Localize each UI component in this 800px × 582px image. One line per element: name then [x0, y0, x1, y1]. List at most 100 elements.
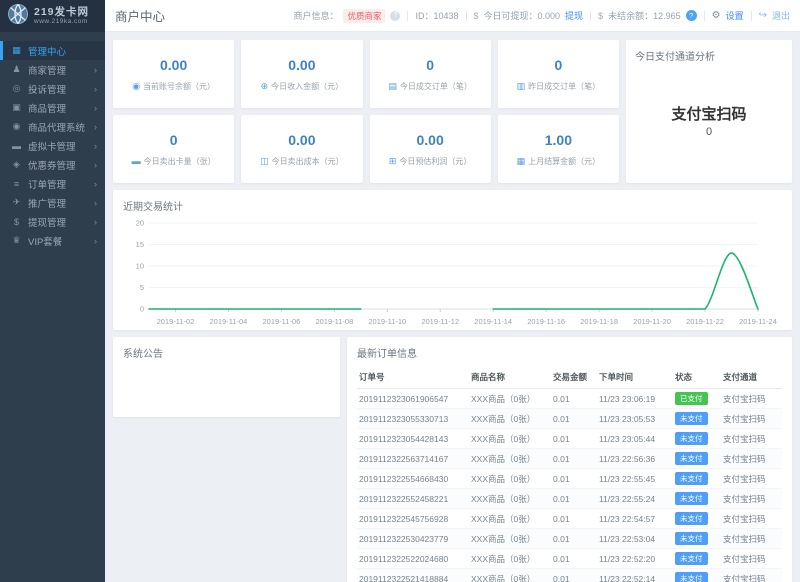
withdrawable-amount: 今日可提现：0.000	[484, 9, 561, 22]
sidebar-item-promotion[interactable]: ✈推广管理›	[0, 193, 105, 212]
status-badge: 未支付	[675, 552, 708, 565]
status-badge: 未支付	[675, 472, 708, 485]
chevron-right-icon: ›	[94, 122, 97, 132]
y-axis-label: 5	[140, 283, 144, 292]
orders-header-row: 订单号商品名称交易金额下单时间状态支付通道	[357, 367, 782, 389]
cell-order_no: 2019112323061906547	[357, 389, 469, 409]
channel-value: 0	[626, 126, 792, 138]
sidebar-item-virtual-card[interactable]: ▬虚拟卡管理›	[0, 136, 105, 155]
cell-status: 未支付	[673, 429, 721, 449]
chevron-right-icon: ›	[94, 198, 97, 208]
stat-label-text: 当前账号余额（元）	[143, 81, 215, 92]
cell-amount: 0.01	[551, 569, 597, 582]
dollar-icon: $	[11, 217, 22, 227]
sidebar-item-product-agent[interactable]: ◉商品代理系统›	[0, 117, 105, 136]
cell-product: XXX商品（0张）	[469, 569, 551, 582]
sidebar-menu: ▦管理中心♟商家管理›◎投诉管理›▣商品管理›◉商品代理系统› ▬ 虚拟卡管理 › ◈优…	[0, 32, 105, 250]
dollar-icon: $	[598, 11, 603, 21]
info-icon[interactable]: ?	[686, 10, 697, 21]
grade-help-icon[interactable]: ?	[390, 11, 400, 21]
x-axis-label: 2019-11-04	[210, 317, 248, 326]
divider	[466, 11, 467, 21]
cell-time: 11/23 22:52:20	[597, 549, 673, 569]
cell-time: 11/23 23:05:53	[597, 409, 673, 429]
sidebar: 219发卡网 www.219ka.com ▦管理中心♟商家管理›◎投诉管理›▣商…	[0, 0, 105, 582]
y-axis-label: 20	[136, 219, 144, 228]
stat-card-today-cards-sold: 0▬今日卖出卡量（张）	[113, 115, 234, 183]
card-icon: ▬	[132, 156, 141, 166]
sidebar-item-admin-center[interactable]: ▦管理中心	[0, 41, 105, 60]
gear-icon: ⚙	[712, 10, 721, 21]
sidebar-item-coupon[interactable]: ◈优惠券管理›	[0, 155, 105, 174]
stat-label: ◫今日卖出成本（元）	[260, 156, 344, 167]
logo[interactable]: 219发卡网 www.219ka.com	[0, 0, 105, 32]
y-axis-label: 10	[136, 262, 144, 271]
stat-card-last-month-settle: 1.00▦上月结算金额（元）	[498, 115, 619, 183]
col-order_no: 订单号	[357, 367, 469, 389]
settings-link[interactable]: 设置	[726, 9, 744, 22]
stat-value: 0.00	[288, 57, 315, 73]
app-root: 219发卡网 www.219ka.com ▦管理中心♟商家管理›◎投诉管理›▣商…	[0, 0, 800, 582]
orders-title: 最新订单信息	[357, 345, 782, 360]
sidebar-item-vip[interactable]: ♛VIP套餐›	[0, 231, 105, 250]
system-announcement-card: 系统公告	[113, 337, 340, 417]
virtual-card-icon: ▬	[11, 141, 22, 151]
cell-channel: 支付宝扫码	[721, 429, 782, 449]
chart-title: 近期交易统计	[123, 198, 782, 213]
x-axis-label: 2019-11-10	[368, 317, 406, 326]
income-icon: ⊕	[261, 81, 269, 92]
cell-status: 已支付	[673, 389, 721, 409]
announcement-title: 系统公告	[123, 345, 330, 360]
list-icon: ▥	[517, 81, 526, 92]
status-badge: 未支付	[675, 412, 708, 425]
col-status: 状态	[673, 367, 721, 389]
cell-product: XXX商品（0张）	[469, 409, 551, 429]
cell-channel: 支付宝扫码	[721, 449, 782, 469]
cell-order_no: 2019112323054428143	[357, 429, 469, 449]
order-row: 2019112322545756928XXX商品（0张）0.0111/23 22…	[357, 509, 782, 529]
sidebar-item-label: 管理中心	[28, 44, 66, 58]
order-row: 2019112322530423779XXX商品（0张）0.0111/23 22…	[357, 529, 782, 549]
stat-label-text: 今日预估利润（元）	[399, 156, 471, 167]
cell-order_no: 2019112322522024680	[357, 549, 469, 569]
document-icon: ▤	[388, 81, 397, 92]
cell-order_no: 2019112322554668430	[357, 469, 469, 489]
sidebar-item-merchant[interactable]: ♟商家管理›	[0, 60, 105, 79]
cell-amount: 0.01	[551, 409, 597, 429]
transactions-line-chart: 051015202019-11-022019-11-042019-11-0620…	[123, 215, 782, 327]
cell-channel: 支付宝扫码	[721, 409, 782, 429]
stat-value: 0.00	[288, 132, 315, 148]
stats-grid: 0.00◉当前账号余额（元）0.00⊕今日收入金额（元）0▤今日成交订单（笔）0…	[113, 40, 619, 183]
logout-link[interactable]: 退出	[772, 9, 790, 22]
sidebar-item-product[interactable]: ▣商品管理›	[0, 98, 105, 117]
x-axis-label: 2019-11-08	[315, 317, 353, 326]
cell-time: 11/23 23:05:44	[597, 429, 673, 449]
cell-time: 11/23 22:55:45	[597, 469, 673, 489]
cell-channel: 支付宝扫码	[721, 489, 782, 509]
col-channel: 支付通道	[721, 367, 782, 389]
order-row: 2019112323061906547XXX商品（0张）0.0111/23 23…	[357, 389, 782, 409]
sidebar-item-label: 优惠券管理	[28, 158, 76, 172]
sidebar-item-label: 商家管理	[28, 63, 66, 77]
cell-status: 未支付	[673, 509, 721, 529]
cell-product: XXX商品（0张）	[469, 549, 551, 569]
product-icon: ▣	[11, 102, 22, 113]
chevron-right-icon: ›	[94, 84, 97, 94]
cell-product: XXX商品（0张）	[469, 529, 551, 549]
order-list-icon: ≡	[11, 179, 22, 189]
grid-icon: ▦	[517, 156, 526, 167]
logo-subtitle: www.219ka.com	[34, 18, 89, 25]
sidebar-item-complaint[interactable]: ◎投诉管理›	[0, 79, 105, 98]
withdraw-link[interactable]: 提现	[565, 9, 583, 22]
sidebar-item-order[interactable]: ≡订单管理›	[0, 174, 105, 193]
divider	[751, 11, 752, 21]
status-badge: 未支付	[675, 572, 708, 582]
stat-label: ◉当前账号余额（元）	[132, 81, 215, 92]
sidebar-item-withdraw[interactable]: $提现管理›	[0, 212, 105, 231]
merchant-id: ID：10438	[415, 9, 458, 22]
stat-value: 1.00	[545, 132, 572, 148]
stat-label: ▥昨日成交订单（笔）	[517, 81, 601, 92]
sidebar-item-label: 虚拟卡管理	[28, 139, 76, 153]
status-badge: 已支付	[675, 392, 708, 405]
stat-value: 0.00	[160, 57, 187, 73]
